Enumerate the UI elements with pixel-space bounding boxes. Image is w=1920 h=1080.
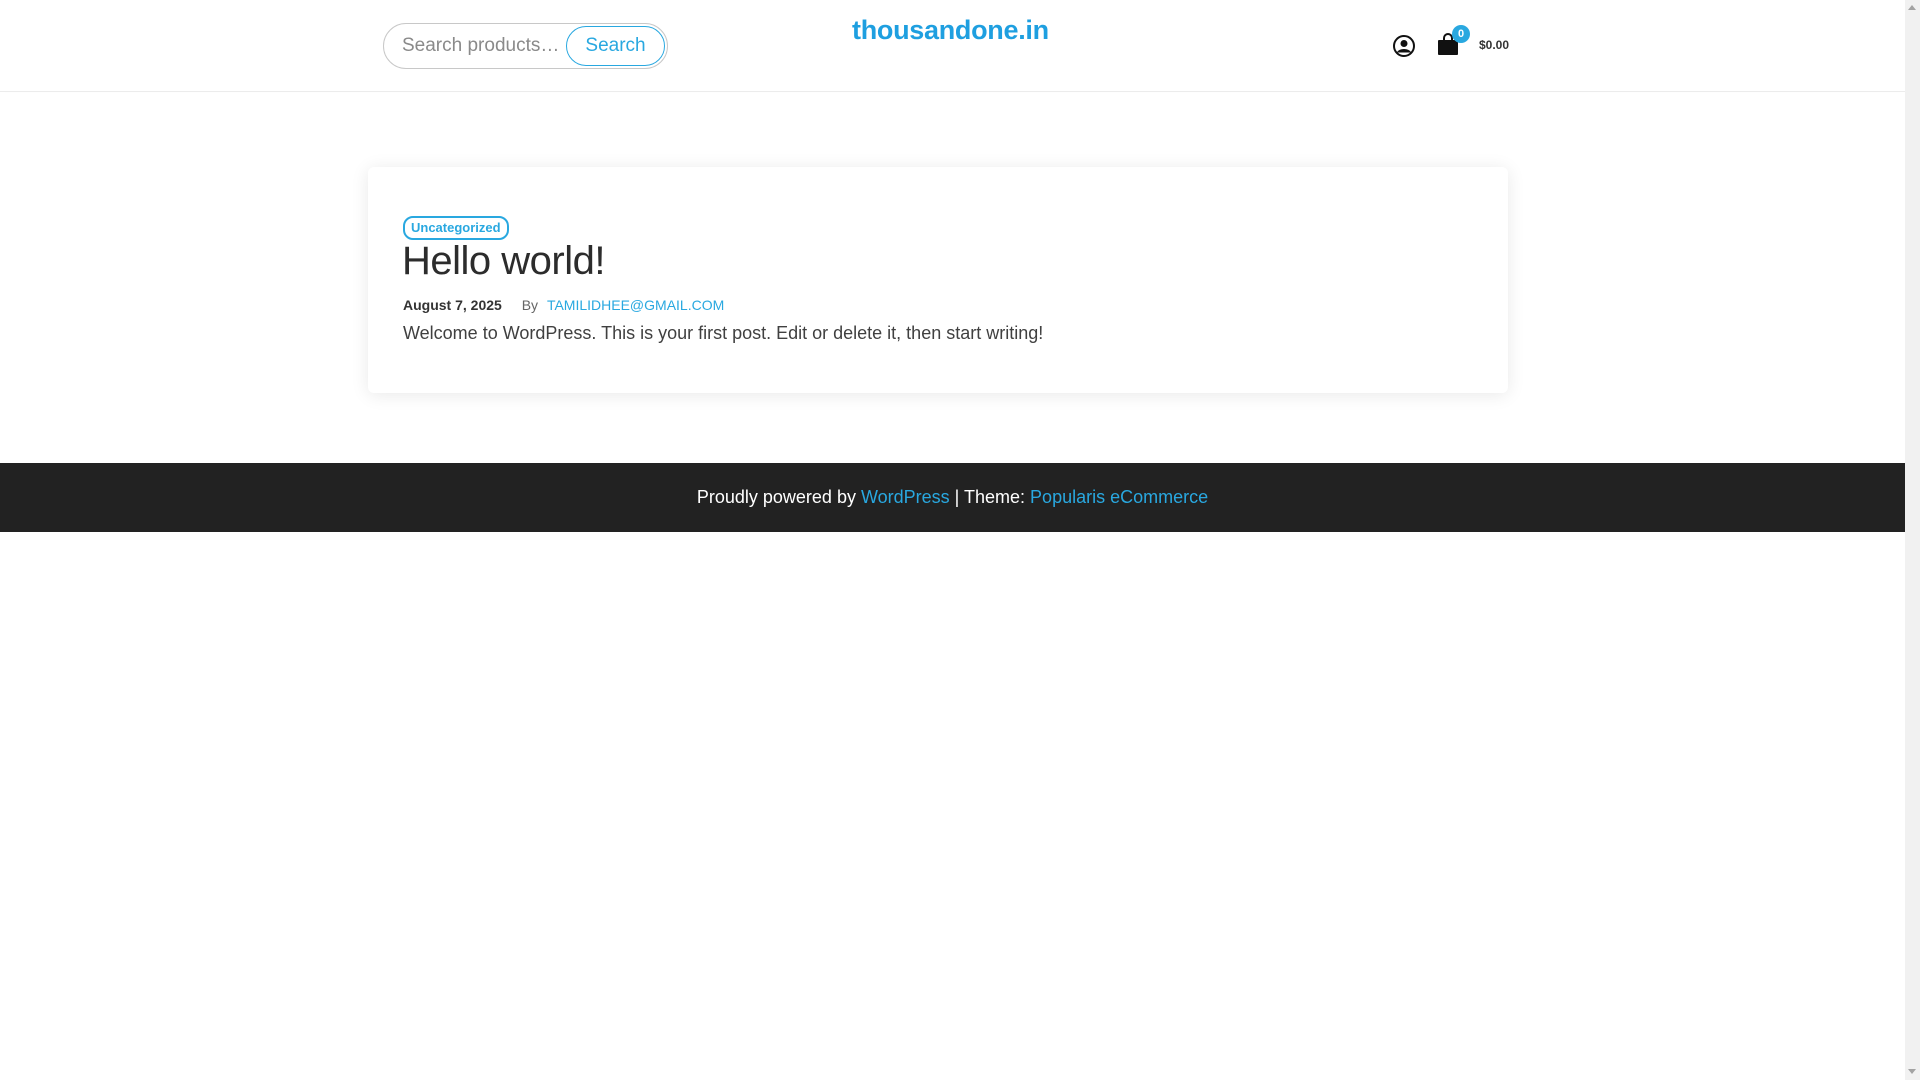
- post-date: August 7, 2025: [403, 297, 502, 313]
- scroll-down-arrow-icon[interactable]: [1908, 1069, 1916, 1074]
- theme-link[interactable]: Popularis eCommerce: [1030, 487, 1208, 507]
- site-title[interactable]: thousandone.in: [852, 15, 1062, 46]
- site-footer: Proudly powered by WordPress | Theme: Po…: [0, 463, 1905, 532]
- cart-total[interactable]: $0.00: [1479, 38, 1509, 52]
- post-author-link[interactable]: TAMILIDHEE@GMAIL.COM: [547, 297, 724, 313]
- site-header: Search thousandone.in 0 $0.00: [0, 0, 1905, 92]
- scroll-up-arrow-icon[interactable]: [1908, 5, 1916, 10]
- post-meta: August 7, 2025 By TAMILIDHEE@GMAIL.COM: [403, 297, 724, 313]
- user-circle-icon[interactable]: [1392, 34, 1416, 58]
- main-navigation: [0, 93, 1905, 151]
- footer-prefix: Proudly powered by: [696, 487, 861, 507]
- search-button[interactable]: Search: [566, 26, 665, 66]
- post-excerpt: Welcome to WordPress. This is your first…: [403, 323, 1044, 343]
- post-card: Uncategorized Hello world! August 7, 202…: [368, 167, 1508, 393]
- footer-separator: | Theme:: [949, 487, 1031, 507]
- wordpress-link[interactable]: WordPress: [861, 487, 950, 507]
- post-by-label: By: [521, 297, 539, 313]
- product-search-form: Search: [383, 23, 668, 69]
- category-badge[interactable]: Uncategorized: [403, 216, 509, 240]
- cart-count-badge: 0: [1452, 25, 1470, 43]
- page: Search thousandone.in 0 $0.00 Uncategori…: [0, 0, 1905, 1080]
- post-title[interactable]: Hello world!: [402, 239, 605, 284]
- vertical-scrollbar[interactable]: [1905, 0, 1920, 1080]
- search-input[interactable]: [384, 24, 564, 68]
